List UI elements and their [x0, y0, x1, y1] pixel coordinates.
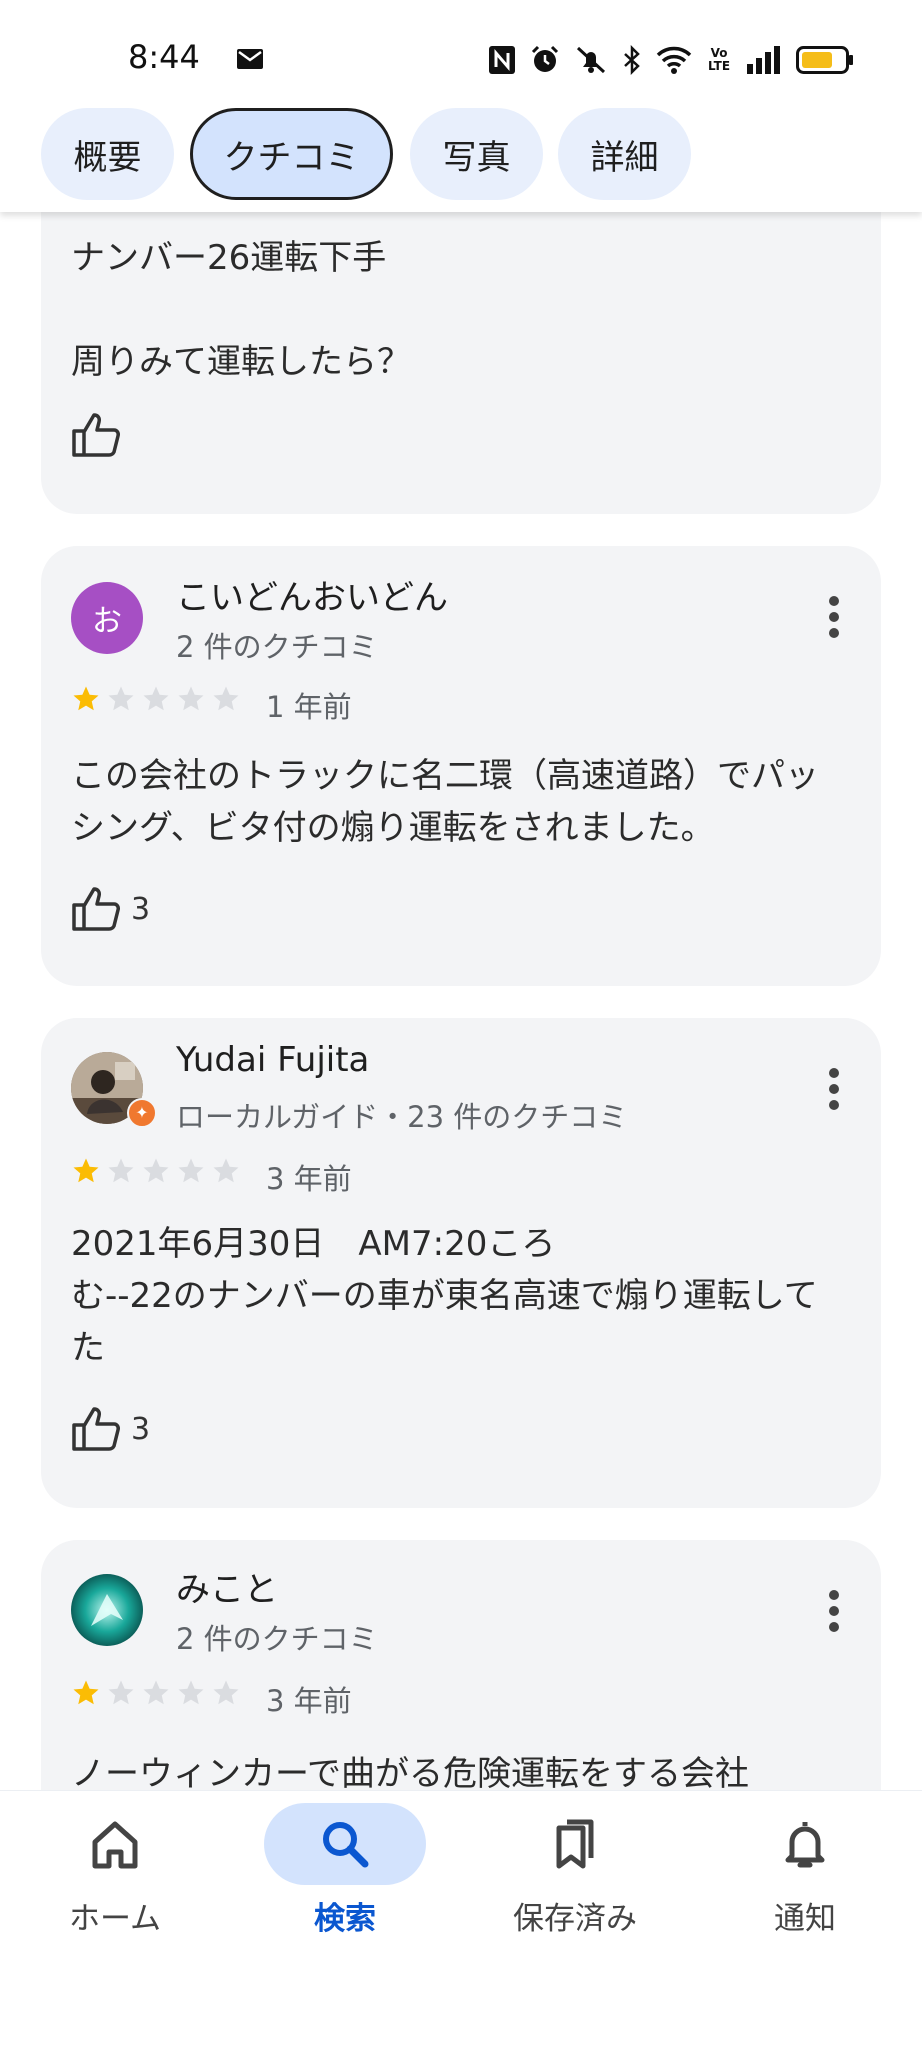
nav-notifications-label: 通知 — [774, 1901, 836, 1937]
reviewer-name[interactable]: Yudai Fujita — [176, 1040, 369, 1080]
thumb-up-icon — [72, 1407, 120, 1451]
reviewer-meta: 2 件のクチコミ — [176, 1622, 378, 1656]
thumb-up-icon — [72, 413, 120, 457]
wifi-icon — [656, 46, 692, 74]
nav-home[interactable]: ホーム — [0, 1791, 230, 1981]
search-icon — [323, 1822, 369, 1868]
review-age: 3 年前 — [266, 1684, 352, 1718]
star-rating — [71, 684, 241, 714]
status-icons: Vo LTE — [488, 40, 854, 80]
status-time: 8:44 — [128, 38, 200, 76]
tab-details[interactable]: 詳細 — [558, 108, 691, 200]
reviewer-meta: 2 件のクチコミ — [176, 630, 378, 664]
like-button[interactable]: 3 — [71, 886, 150, 932]
star-filled-icon — [73, 686, 99, 711]
star-empty-icon — [143, 1680, 169, 1705]
reviews-list[interactable]: ナンバー26運転下手 周りみて運転したら？ お こいどんおいどん 2 件のクチコ… — [0, 212, 922, 1790]
tab-reviews[interactable]: クチコミ — [190, 108, 393, 200]
mute-icon — [576, 46, 606, 74]
volte-icon: Vo LTE — [707, 46, 731, 73]
star-rating — [71, 1678, 241, 1708]
star-empty-icon — [143, 1158, 169, 1183]
star-empty-icon — [178, 686, 204, 711]
nav-saved[interactable]: 保存済み — [460, 1791, 690, 1981]
tab-overview[interactable]: 概要 — [41, 108, 174, 200]
bookmark-icon — [556, 1819, 594, 1869]
review-text: 2021年6月30日 AM7:20ころ む--22のナンバーの車が東名高速で煽り… — [71, 1224, 818, 1368]
review-text: ノーウィンカーで曲がる危険運転をする会社 — [71, 1754, 749, 1790]
nav-search[interactable]: 検索 — [230, 1791, 460, 1981]
reviewer-name[interactable]: こいどんおいどん — [176, 570, 448, 619]
like-count: 3 — [131, 1411, 151, 1447]
like-button[interactable] — [71, 412, 131, 458]
status-bar: 8:44 Vo LTE — [0, 0, 922, 100]
local-guide-badge-icon: ✦ — [127, 1098, 157, 1128]
review-text: ナンバー26運転下手 周りみて運転したら？ — [71, 238, 411, 382]
like-count: 3 — [131, 891, 151, 927]
review-card: ✦ Yudai Fujita ローカルガイド・23 件のクチコミ 3 年前 20… — [41, 1018, 881, 1508]
review-text: この会社のトラックに名二環（高速道路）でパッシング、ビタ付の煽り運転をされました… — [71, 756, 819, 848]
star-filled-icon — [73, 1680, 99, 1705]
star-empty-icon — [213, 686, 239, 711]
signal-icon — [747, 46, 780, 74]
nav-home-label: ホーム — [68, 1901, 162, 1937]
star-empty-icon — [108, 1680, 134, 1705]
star-rating — [71, 1156, 241, 1186]
avatar[interactable]: お — [71, 582, 143, 654]
review-age: 1 年前 — [266, 690, 352, 724]
more-options-icon[interactable] — [829, 596, 839, 644]
review-card: お こいどんおいどん 2 件のクチコミ 1 年前 この会社のトラックに名二環（高… — [41, 546, 881, 986]
avatar[interactable] — [71, 1574, 143, 1646]
nfc-icon — [489, 46, 515, 74]
battery-icon — [796, 46, 853, 74]
reviewer-meta: ローカルガイド・23 件のクチコミ — [176, 1100, 628, 1134]
more-options-icon[interactable] — [829, 1068, 839, 1116]
nav-notifications[interactable]: 通知 — [690, 1791, 920, 1981]
home-icon — [92, 1821, 138, 1869]
reviewer-name[interactable]: みこと — [176, 1562, 278, 1611]
review-age: 3 年前 — [266, 1162, 352, 1196]
star-empty-icon — [143, 686, 169, 711]
nav-search-label: 検索 — [314, 1901, 376, 1937]
bluetooth-icon — [624, 45, 640, 75]
nav-saved-label: 保存済み — [513, 1901, 637, 1937]
star-empty-icon — [213, 1158, 239, 1183]
more-options-icon[interactable] — [829, 1590, 839, 1638]
star-empty-icon — [178, 1680, 204, 1705]
bottom-navigation: ホーム 検索 保存済み 通知 — [0, 1790, 922, 2049]
tab-photos[interactable]: 写真 — [410, 108, 543, 200]
alarm-icon — [531, 45, 559, 72]
star-empty-icon — [108, 686, 134, 711]
review-card: ナンバー26運転下手 周りみて運転したら？ — [41, 212, 881, 514]
bell-icon — [785, 1822, 825, 1868]
thumb-up-icon — [72, 887, 120, 931]
star-empty-icon — [213, 1680, 239, 1705]
like-button[interactable]: 3 — [71, 1406, 150, 1452]
mail-icon — [237, 49, 263, 69]
review-card: みこと 2 件のクチコミ 3 年前 ノーウィンカーで曲がる危険運転をする会社 — [41, 1540, 881, 1790]
star-empty-icon — [108, 1158, 134, 1183]
star-filled-icon — [73, 1158, 99, 1183]
star-empty-icon — [178, 1158, 204, 1183]
avatar-photo — [71, 1574, 143, 1646]
tab-bar: 概要 クチコミ 写真 詳細 — [0, 100, 922, 212]
